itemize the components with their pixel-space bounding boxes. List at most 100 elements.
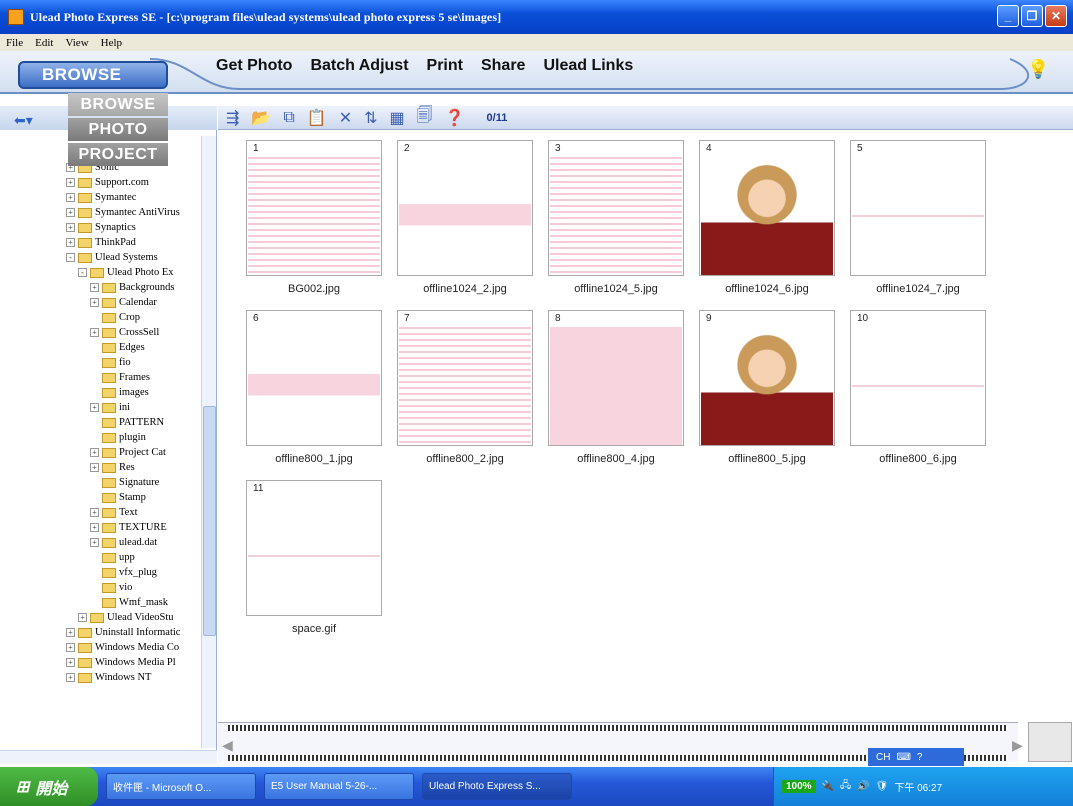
help-icon[interactable]: ❓ [445,108,465,128]
expand-toggle-icon[interactable]: + [66,673,75,682]
tree-node[interactable]: + Text [0,505,200,520]
expand-toggle-icon[interactable]: + [90,328,99,337]
nav-share[interactable]: Share [481,57,525,75]
close-button[interactable]: ✕ [1045,5,1067,27]
tree-node[interactable]: images [0,385,200,400]
nav-get-photo[interactable]: Get Photo [216,57,292,75]
network-icon[interactable]: 🖧 [840,778,851,795]
tree-node[interactable]: Signature [0,475,200,490]
photo-thumbnail[interactable]: 4 [699,140,835,276]
view-icon[interactable]: ▦ [390,108,405,128]
filmstrip-right-arrow-icon[interactable]: ▶ [1012,737,1023,754]
expand-toggle-icon[interactable]: + [90,403,99,412]
nav-print[interactable]: Print [427,57,463,75]
expand-toggle-icon[interactable]: + [90,298,99,307]
photo-thumbnail[interactable]: 5 [850,140,986,276]
nav-batch-adjust[interactable]: Batch Adjust [310,57,408,75]
expand-toggle-icon[interactable]: + [90,283,99,292]
tree-node[interactable]: Frames [0,370,200,385]
language-bar[interactable]: CH ⌨ ? [868,748,964,766]
photo-thumbnail[interactable]: 3 [548,140,684,276]
security-icon[interactable]: 🛡 [876,781,889,792]
tree-node[interactable]: + Project Cat [0,445,200,460]
expand-toggle-icon[interactable]: + [90,523,99,532]
paste-icon[interactable]: 📋 [307,108,327,128]
mode-project[interactable]: PROJECT [68,143,168,166]
expand-toggle-icon[interactable]: + [90,538,99,547]
tree-node[interactable]: plugin [0,430,200,445]
browse-mode-button[interactable]: BROWSE [18,61,168,89]
open-folder-icon[interactable]: 📂 [251,108,271,128]
properties-icon[interactable]: 🗐 [417,104,433,131]
tree-node[interactable]: + Symantec [0,190,200,205]
expand-toggle-icon[interactable]: + [66,238,75,247]
tree-node[interactable]: + Support.com [0,175,200,190]
mode-browse[interactable]: BROWSE [68,93,168,116]
tree-node[interactable]: Wmf_mask [0,595,200,610]
tree-node[interactable]: + ulead.dat [0,535,200,550]
delete-icon[interactable]: ✕ [339,108,352,128]
expand-toggle-icon[interactable]: + [78,613,87,622]
tree-node[interactable]: + CrossSell [0,325,200,340]
tree-node[interactable]: Edges [0,340,200,355]
tree-node[interactable]: vio [0,580,200,595]
power-icon[interactable]: 🔌 [822,781,834,792]
task-photo-express[interactable]: Ulead Photo Express S... [422,773,572,800]
photo-thumbnail[interactable]: 1 [246,140,382,276]
tree-node[interactable]: + TEXTURE [0,520,200,535]
expand-toggle-icon[interactable]: + [90,508,99,517]
back-arrow-icon[interactable]: ⬅▾ [14,112,33,129]
tree-node[interactable]: vfx_plug [0,565,200,580]
expand-toggle-icon[interactable]: - [66,253,75,262]
photo-thumbnail[interactable]: 6 [246,310,382,446]
tree-node[interactable]: + Synaptics [0,220,200,235]
photo-thumbnail[interactable]: 2 [397,140,533,276]
tree-node[interactable]: fio [0,355,200,370]
tree-node[interactable]: + Uninstall Informatic [0,625,200,640]
start-button[interactable]: ⊞ 開始 [0,767,98,806]
expand-toggle-icon[interactable]: + [90,463,99,472]
expand-toggle-icon[interactable]: - [78,268,87,277]
tree-node[interactable]: + Ulead VideoStu [0,610,200,625]
filmstrip-left-arrow-icon[interactable]: ◀ [222,737,233,754]
menu-edit[interactable]: Edit [35,37,53,49]
expand-toggle-icon[interactable]: + [90,448,99,457]
expand-toggle-icon[interactable]: + [66,208,75,217]
menu-file[interactable]: File [6,37,23,49]
tree-node[interactable]: Stamp [0,490,200,505]
maximize-button[interactable]: ❐ [1021,5,1043,27]
scrollbar-thumb[interactable] [203,406,216,636]
tree-node[interactable]: + ini [0,400,200,415]
folder-tree-hscrollbar[interactable] [0,750,217,764]
mode-photo[interactable]: PHOTO [68,118,168,141]
tree-node[interactable]: + Windows Media Pl [0,655,200,670]
expand-toggle-icon[interactable]: + [66,223,75,232]
task-word-doc[interactable]: E5 User Manual 5-26-... [264,773,414,800]
expand-toggle-icon[interactable]: + [66,643,75,652]
tree-node[interactable]: + Calendar [0,295,200,310]
photo-thumbnail[interactable]: 8 [548,310,684,446]
tree-node[interactable]: + Windows NT [0,670,200,685]
tree-node[interactable]: + Res [0,460,200,475]
menu-help[interactable]: Help [101,37,122,49]
tree-node[interactable]: - Ulead Photo Ex [0,265,200,280]
tree-node[interactable]: + ThinkPad [0,235,200,250]
tree-node[interactable]: Crop [0,310,200,325]
task-outlook[interactable]: 收件匣 - Microsoft O... [106,773,256,800]
expand-toggle-icon[interactable]: + [66,658,75,667]
tree-node[interactable]: + Windows Media Co [0,640,200,655]
copy-icon[interactable]: ⧉ [283,109,294,127]
folder-tree-scrollbar[interactable] [201,136,216,748]
minimize-button[interactable]: _ [997,5,1019,27]
tree-node[interactable]: PATTERN [0,415,200,430]
expand-toggle-icon[interactable]: + [66,628,75,637]
nav-ulead-links[interactable]: Ulead Links [543,57,633,75]
photo-thumbnail[interactable]: 10 [850,310,986,446]
sort-icon[interactable]: ⇅ [364,108,377,128]
lightbulb-icon[interactable]: 💡 [1027,59,1049,81]
photo-thumbnail[interactable]: 9 [699,310,835,446]
photo-thumbnail[interactable]: 11 [246,480,382,616]
expand-toggle-icon[interactable]: + [66,193,75,202]
tree-node[interactable]: - Ulead Systems [0,250,200,265]
tree-node[interactable]: + Symantec AntiVirus [0,205,200,220]
